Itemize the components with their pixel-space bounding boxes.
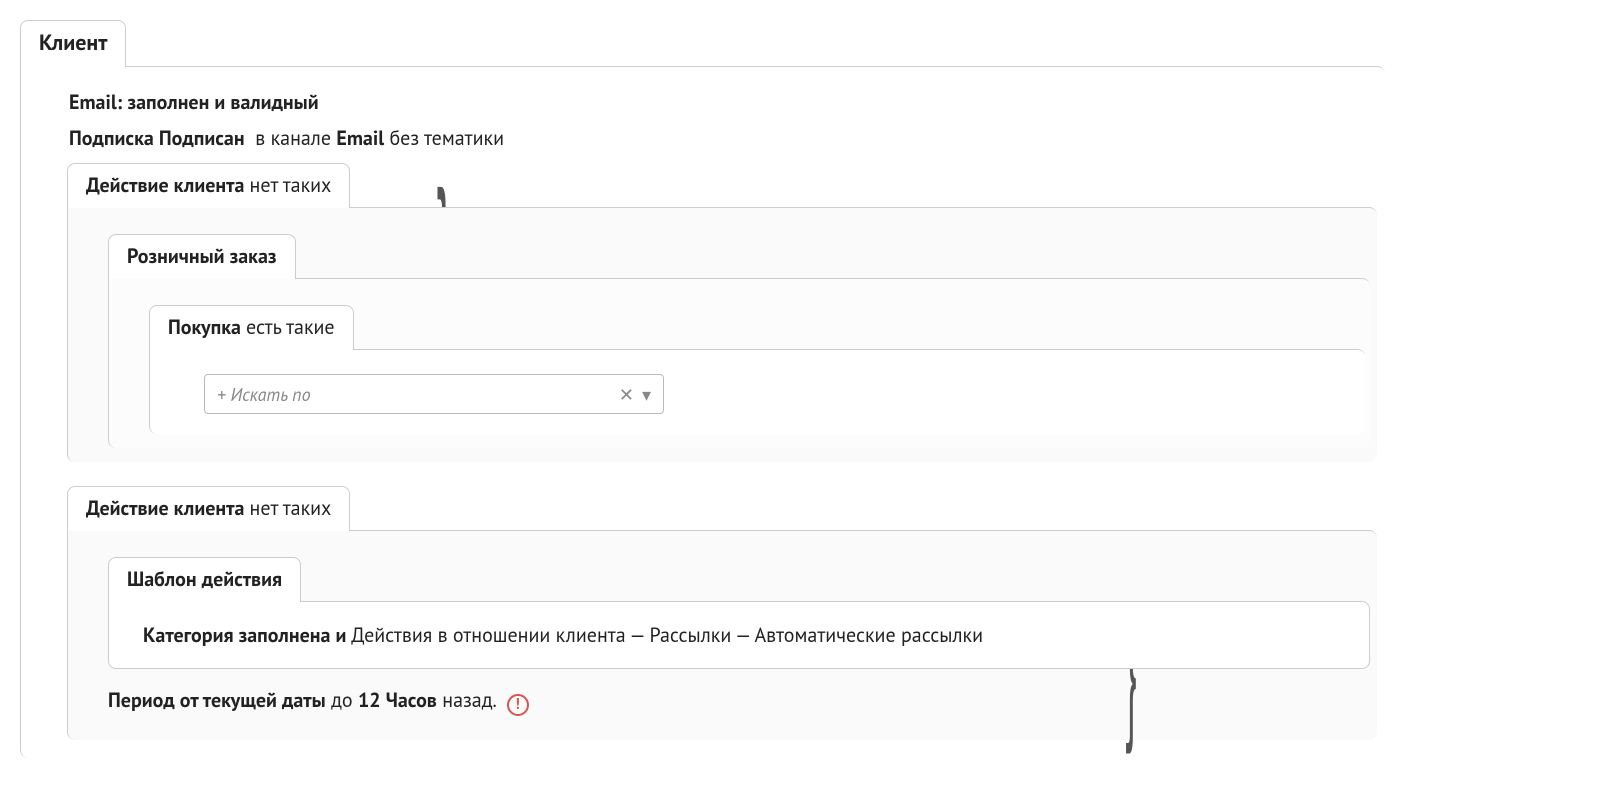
category-label: Категория заполнена и — [143, 622, 346, 648]
search-input-wrapper[interactable]: + Искать по ✕ ▾ — [204, 374, 664, 414]
action-template-block: Шаблон действия Категория заполнена и Де… — [108, 557, 1363, 669]
client-action-1-tab[interactable]: Действие клиента нет таких — [67, 163, 350, 208]
purchase-panel: + Искать по ✕ ▾ — [149, 349, 1365, 434]
retail-order-block: Розничный заказ Покупка есть такие + И — [108, 234, 1363, 448]
client-action-2-tab[interactable]: Действие клиента нет таких — [67, 486, 350, 531]
action-template-tab[interactable]: Шаблон действия — [108, 557, 301, 602]
period-label: Период от текущей даты — [108, 687, 326, 713]
action-template-label: Шаблон действия — [127, 566, 282, 592]
purchase-cond: есть такие — [246, 314, 335, 340]
client-action-2-cond: нет таких — [250, 495, 332, 521]
subscription-condition: Подписка Подписан в канале Email без тем… — [69, 125, 1365, 151]
period-suffix: назад. — [442, 687, 495, 713]
retail-order-tab[interactable]: Розничный заказ — [108, 234, 296, 279]
client-tab[interactable]: Клиент — [20, 20, 126, 67]
sub-suffix: без тематики — [389, 125, 504, 151]
sub-label: Подписка Подписан — [69, 125, 245, 151]
clear-icon[interactable]: ✕ — [615, 383, 638, 406]
client-action-2-label: Действие клиента — [86, 495, 244, 521]
search-placeholder: + Искать по — [217, 383, 615, 406]
retail-order-label: Розничный заказ — [127, 243, 277, 269]
period-to: до — [331, 687, 353, 713]
client-panel: Email: заполнен и валидный Подписка Подп… — [20, 66, 1385, 758]
purchase-label: Покупка — [168, 314, 241, 340]
email-label: Email: — [69, 89, 122, 115]
period-condition: Период от текущей даты до 12 Часов назад… — [108, 687, 1363, 716]
warning-icon[interactable]: ! — [507, 694, 529, 716]
category-condition: Категория заполнена и Действия в отношен… — [123, 616, 1355, 654]
client-action-1-cond: нет таких — [250, 172, 332, 198]
client-action-1-label: Действие клиента — [86, 172, 244, 198]
email-condition: Email: заполнен и валидный — [69, 89, 1365, 115]
sub-channel: Email — [336, 125, 384, 151]
client-action-2-block: Действие клиента нет таких Шаблон действ… — [67, 486, 1365, 740]
sub-mid: в канале — [255, 125, 331, 151]
client-action-2-panel: Шаблон действия Категория заполнена и Де… — [67, 530, 1377, 740]
action-template-panel: Категория заполнена и Действия в отношен… — [108, 601, 1370, 669]
client-action-1-block: Действие клиента нет таких } Клиент не с… — [67, 163, 1365, 462]
purchase-block: Покупка есть такие + Искать по ✕ ▾ — [149, 305, 1356, 434]
email-value: заполнен и валидный — [127, 89, 318, 115]
period-value: 12 Часов — [358, 687, 437, 713]
client-tab-label: Клиент — [39, 29, 107, 57]
category-value: Действия в отношении клиента — Рассылки … — [351, 622, 983, 648]
retail-order-panel: Покупка есть такие + Искать по ✕ ▾ — [108, 278, 1370, 448]
purchase-tab[interactable]: Покупка есть такие — [149, 305, 354, 350]
dropdown-icon[interactable]: ▾ — [638, 383, 655, 406]
client-action-1-panel: Розничный заказ Покупка есть такие + И — [67, 207, 1377, 462]
